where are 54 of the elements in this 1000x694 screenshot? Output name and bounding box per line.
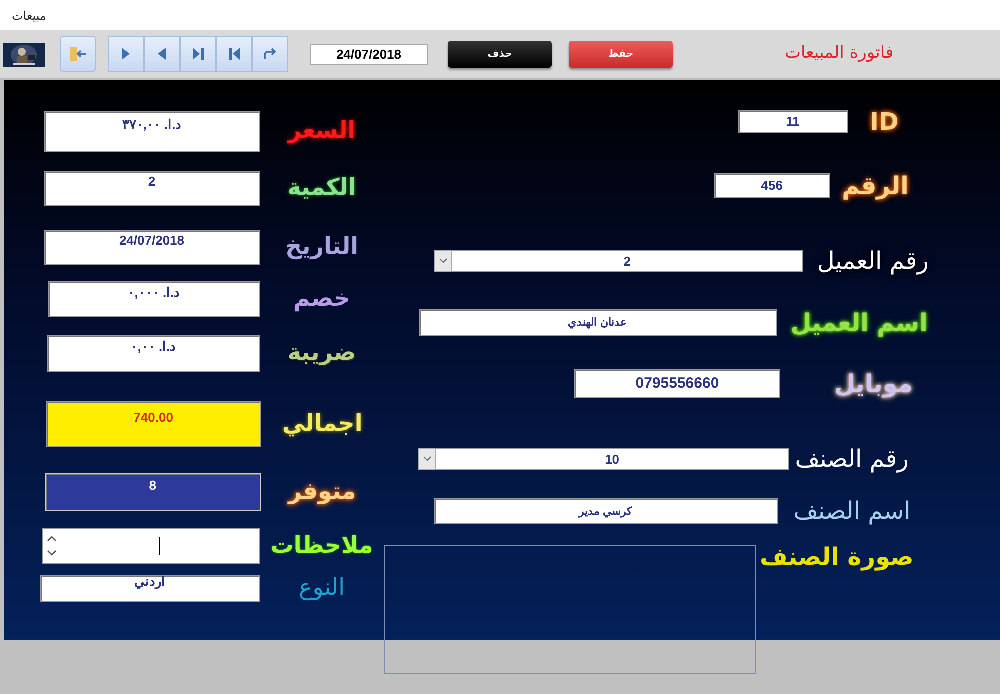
input-field[interactable]: عدنان الهندي xyxy=(418,309,777,336)
field-label: الكمية xyxy=(288,174,356,204)
play-icon xyxy=(121,48,131,60)
nav-button[interactable] xyxy=(144,36,180,72)
input-field[interactable]: 11 xyxy=(738,110,848,133)
field-label: صورة الصنف xyxy=(760,545,914,569)
delete-button[interactable]: حذف xyxy=(448,40,552,68)
field-label: متوفر xyxy=(288,478,356,507)
input-field[interactable]: 456 xyxy=(714,173,830,198)
field-label: اسم الصنف xyxy=(794,499,911,523)
field-label: التاريخ xyxy=(286,233,358,262)
field-label: ID xyxy=(870,110,899,134)
field-label: اسم العميل xyxy=(790,310,928,334)
field-label: ضريبة xyxy=(288,339,356,368)
input-field[interactable]: 10 xyxy=(436,448,790,470)
input-field[interactable]: 8 xyxy=(45,473,261,511)
notes-field[interactable] xyxy=(42,528,260,564)
field-label: الرقم xyxy=(842,174,909,198)
input-field[interactable]: د.ا. ٠,٠٠٠ xyxy=(48,281,260,317)
input-field[interactable]: د.ا. ٠,٠٠ xyxy=(47,335,260,372)
input-field[interactable]: 24/07/2018 xyxy=(44,230,260,265)
input-field[interactable]: د.ا. ٣٧٠,٠٠ xyxy=(44,111,260,152)
field-label: السعر xyxy=(288,117,356,146)
input-field[interactable]: 2 xyxy=(44,171,260,206)
input-field[interactable]: 2 xyxy=(452,250,804,272)
field-label: موبايل xyxy=(834,372,913,396)
field-label: ملاحظات xyxy=(270,532,374,561)
input-field[interactable]: 740.00 xyxy=(46,401,262,447)
dropdown-button[interactable] xyxy=(434,250,452,272)
chevron-down-icon xyxy=(438,258,448,264)
exit-door-icon xyxy=(69,46,87,62)
save-button[interactable]: حفظ xyxy=(569,40,673,68)
input-field[interactable]: كرسي مدير xyxy=(434,498,778,524)
text-cursor xyxy=(159,537,160,555)
chevron-down-icon xyxy=(422,456,432,462)
form-title: فاتورة المبيعات xyxy=(785,42,894,66)
redo-icon xyxy=(263,48,277,60)
skip-end-icon xyxy=(192,48,204,60)
field-label: خصم xyxy=(293,284,351,314)
field-label: النوع xyxy=(299,574,345,604)
dropdown-button[interactable] xyxy=(418,448,436,470)
nav-button[interactable] xyxy=(180,36,216,72)
input-field[interactable]: 0795556660 xyxy=(574,369,780,398)
nav-button[interactable] xyxy=(216,36,252,72)
window-title: مبيعات xyxy=(0,0,1000,30)
field-label: رقم الصنف xyxy=(795,447,909,471)
exit-button[interactable] xyxy=(60,36,96,72)
skip-start-icon xyxy=(228,48,240,60)
field-label: اجمالي xyxy=(282,410,363,439)
date-field[interactable]: 24/07/2018 xyxy=(310,44,428,64)
back-icon xyxy=(157,48,167,60)
field-label: رقم العميل xyxy=(817,249,929,273)
nav-button[interactable] xyxy=(108,36,144,72)
nav-button[interactable] xyxy=(252,36,288,72)
